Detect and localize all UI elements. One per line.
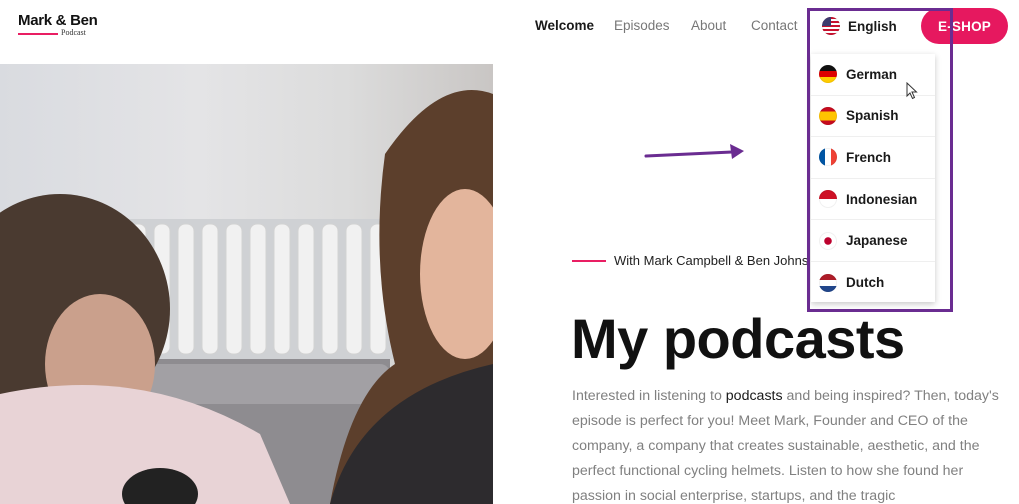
logo-title: Mark & Ben — [18, 12, 98, 29]
hero-description: Interested in listening to podcasts and … — [572, 384, 1002, 504]
description-intro: Interested in listening to — [572, 388, 726, 404]
mouse-cursor-icon — [906, 82, 918, 100]
hero-photo — [0, 64, 493, 504]
nav-contact[interactable]: Contact — [751, 18, 798, 33]
nav-episodes[interactable]: Episodes — [614, 18, 670, 33]
nav-about[interactable]: About — [691, 18, 726, 33]
byline-accent-line — [572, 260, 606, 262]
logo-underline — [18, 33, 58, 35]
hero-byline: With Mark Campbell & Ben Johnson — [614, 253, 810, 268]
nav-welcome[interactable]: Welcome — [535, 18, 594, 33]
logo-subtitle: Podcast — [61, 28, 86, 37]
description-highlight: podcasts — [725, 388, 783, 404]
description-body: and being inspired? Then, today's episod… — [572, 388, 999, 504]
annotation-highlight-box — [807, 8, 953, 312]
podcast-photo-illustration — [0, 90, 493, 504]
site-logo[interactable]: Mark & Ben Podcast — [18, 12, 98, 37]
page-title: My podcasts — [571, 307, 905, 370]
annotation-arrow-icon — [644, 144, 744, 159]
